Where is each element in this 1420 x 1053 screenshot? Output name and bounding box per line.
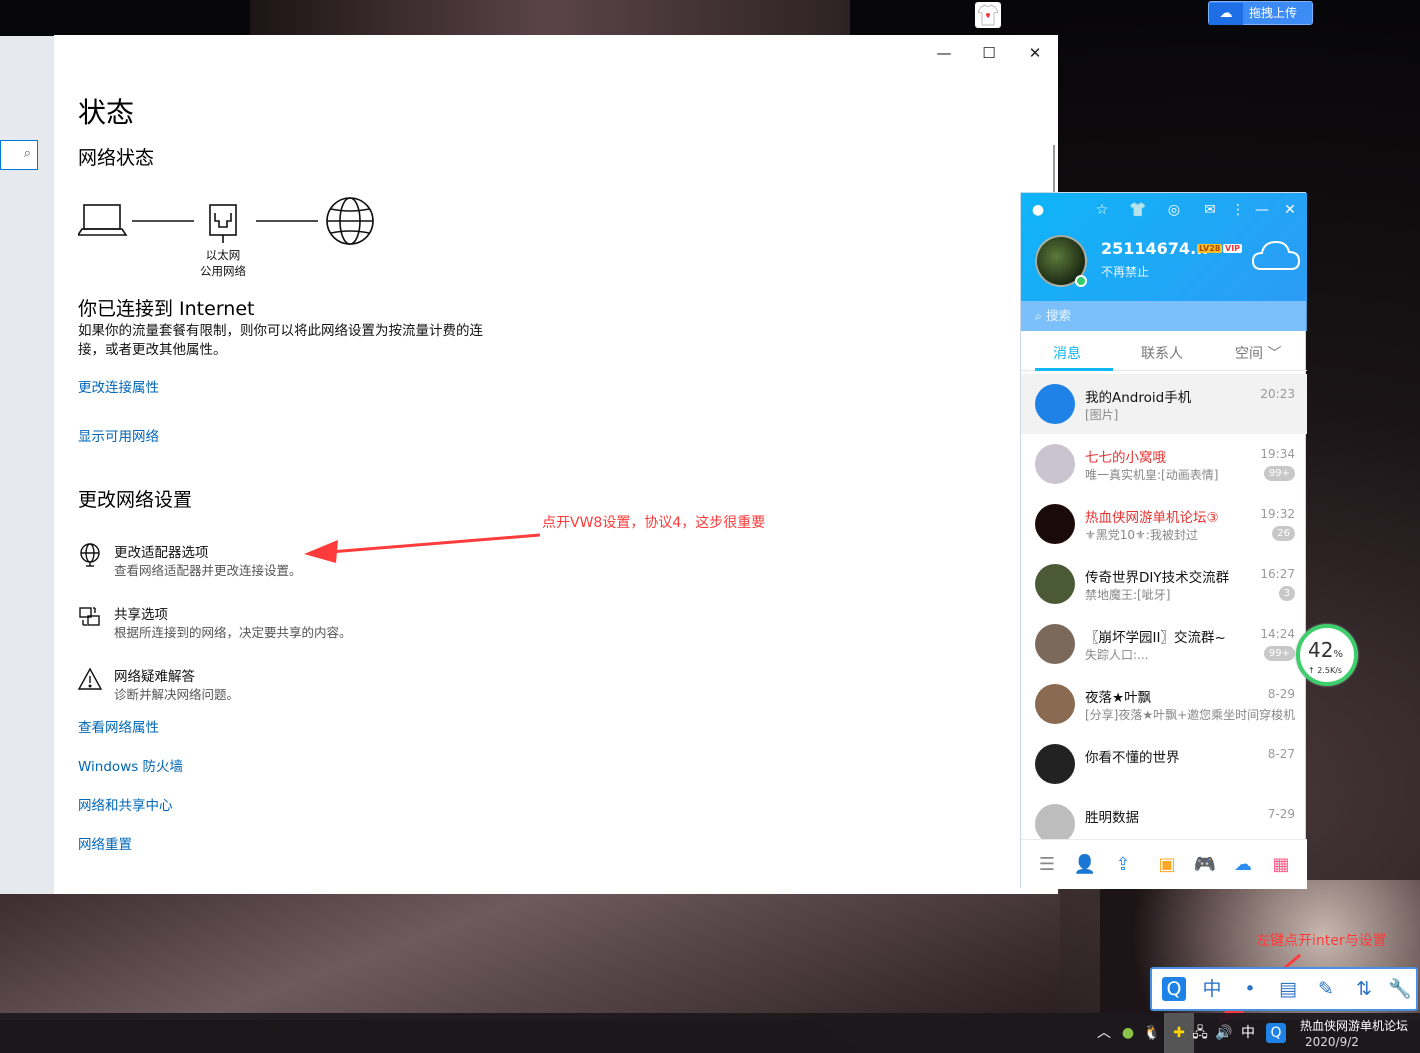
conversation-name: 胜明数据: [1085, 810, 1139, 826]
conversation-time: 20:23: [1260, 387, 1295, 401]
avatar: [1035, 624, 1075, 664]
list-item[interactable]: 〖崩坏学园II〗交流群~ 失踪人口:... 14:24 99+: [1021, 614, 1307, 674]
search-icon: ⌕: [1035, 308, 1046, 323]
signature[interactable]: 不再禁止: [1101, 263, 1149, 280]
list-item[interactable]: 我的Android手机 [图片] 20:23: [1021, 374, 1307, 434]
avatar: [1035, 684, 1075, 724]
conversation-time: 19:34: [1260, 447, 1295, 461]
tools-icon[interactable]: ⇅: [1352, 977, 1376, 1001]
qq-search-input[interactable]: ⌕ 搜索: [1021, 301, 1307, 331]
level-badge: LV28: [1197, 244, 1223, 253]
network-speed-widget[interactable]: 42% ↑ 2.5K/s: [1296, 624, 1358, 686]
avatar: [1035, 504, 1075, 544]
tray-app-icon[interactable]: ●: [1118, 1023, 1138, 1043]
ime-toolbar: Q 中 • ▤ ✎ ⇅ 🔧: [1150, 967, 1418, 1011]
qq-panel: ● ☆ 👕 ◎ ✉ ⋮ — ✕ 25114674... LV28 VIP 不再禁…: [1020, 192, 1307, 889]
add-friend-icon[interactable]: 👤: [1073, 853, 1097, 877]
qq-minimize-button[interactable]: —: [1253, 201, 1271, 219]
qq-close-button[interactable]: ✕: [1281, 201, 1299, 219]
conversation-time: 8-29: [1267, 687, 1295, 701]
notes-icon[interactable]: ▤: [1276, 977, 1300, 1001]
avatar: [1035, 744, 1075, 784]
qq-header: ● ☆ 👕 ◎ ✉ ⋮ — ✕ 25114674... LV28 VIP 不再禁…: [1021, 193, 1307, 301]
qq-logo-icon[interactable]: ●: [1029, 201, 1047, 219]
taskbar: ︿ ● 🐧 ✚ 🖧 🔊 中 Q 热血侠网游单机论坛 2020/9/2: [0, 1013, 1420, 1053]
gamepad-icon[interactable]: 🎮: [1193, 853, 1217, 877]
avatar: [1035, 444, 1075, 484]
avatar: [1035, 804, 1075, 839]
network-tray-icon[interactable]: 🖧: [1190, 1023, 1210, 1043]
conversation-time: 8-27: [1267, 747, 1295, 761]
avatar: [1035, 564, 1075, 604]
weiyun-icon[interactable]: ☁: [1231, 853, 1255, 877]
tab-messages[interactable]: 消息: [1053, 343, 1081, 363]
conversation-preview: [分享]夜落★叶飘+邀您乘坐时间穿梭机: [1085, 708, 1295, 722]
qq-pinyin-icon[interactable]: Q: [1162, 977, 1186, 1001]
star-icon[interactable]: ☆: [1093, 201, 1111, 219]
conversation-preview: ⚜黑党10⚜:我被封过: [1085, 528, 1198, 542]
edit-icon[interactable]: ✎: [1314, 977, 1338, 1001]
tab-contacts[interactable]: 联系人: [1141, 343, 1183, 363]
list-item[interactable]: 你看不懂的世界 8-27: [1021, 734, 1307, 794]
conversation-time: 7-29: [1267, 807, 1295, 821]
tray-watermark-text: 热血侠网游单机论坛: [1300, 1019, 1409, 1033]
tab-space[interactable]: 空间 ﹀: [1235, 343, 1281, 363]
app-manager-icon[interactable]: ▦: [1269, 853, 1293, 877]
file-transfer-icon[interactable]: ⇪: [1111, 853, 1135, 877]
conversation-time: 16:27: [1260, 567, 1295, 581]
conversation-name: 七七的小窝哦: [1085, 450, 1166, 466]
ime-language-toggle[interactable]: 中: [1200, 977, 1224, 1001]
conversation-time: 19:32: [1260, 507, 1295, 521]
main-menu-icon[interactable]: ☰: [1035, 853, 1059, 877]
punctuation-icon[interactable]: •: [1238, 977, 1262, 1001]
conversation-time: 14:24: [1260, 627, 1295, 641]
list-item[interactable]: 热血侠网游单机论坛③ ⚜黑党10⚜:我被封过 19:32 26: [1021, 494, 1307, 554]
wrench-icon[interactable]: 🔧: [1388, 977, 1412, 1001]
speed-percent: 42%: [1308, 638, 1343, 662]
qq-tray-icon[interactable]: 🐧: [1142, 1023, 1162, 1043]
annotation-tray: 左键点开inter与设置: [1256, 933, 1387, 949]
input-indicator[interactable]: 中: [1238, 1023, 1258, 1043]
skin-icon[interactable]: 👕: [1129, 201, 1147, 219]
unread-badge: 3: [1278, 586, 1295, 601]
conversation-preview: [图片]: [1085, 408, 1119, 422]
list-item[interactable]: 传奇世界DIY技术交流群 禁地魔王:[呲牙] 16:27 3: [1021, 554, 1307, 614]
online-status-icon[interactable]: [1075, 275, 1087, 287]
qq-pinyin-tray-icon[interactable]: Q: [1266, 1023, 1286, 1043]
list-item[interactable]: 胜明数据 7-29: [1021, 794, 1307, 839]
account-name[interactable]: 25114674...: [1101, 239, 1208, 258]
clock-date[interactable]: 2020/9/2: [1305, 1035, 1359, 1049]
game-center-icon[interactable]: ▣: [1155, 853, 1179, 877]
avatar: [1035, 384, 1075, 424]
active-tab-indicator: [1035, 368, 1113, 371]
conversation-preview: 禁地魔王:[呲牙]: [1085, 588, 1171, 602]
mail-icon[interactable]: ✉: [1201, 201, 1219, 219]
medal-icon[interactable]: ◎: [1165, 201, 1183, 219]
unread-badge: 99+: [1263, 466, 1295, 481]
conversation-name: 我的Android手机: [1085, 390, 1192, 406]
volume-icon[interactable]: 🔊: [1214, 1023, 1234, 1043]
unread-badge: 26: [1272, 526, 1295, 541]
show-hidden-icons-chevron-icon[interactable]: ︿: [1094, 1023, 1114, 1043]
conversation-list: 我的Android手机 [图片] 20:23 七七的小窝哦 唯一真实机皇:[动画表情] 1…: [1021, 374, 1307, 839]
qq-tabs: 消息 联系人 空间 ﹀: [1021, 331, 1307, 371]
conversation-name: 传奇世界DIY技术交流群: [1085, 570, 1230, 586]
more-icon[interactable]: ⋮: [1229, 201, 1247, 219]
annotation-adapter: 点开VW8设置，协议4，这步很重要: [542, 515, 766, 531]
list-item[interactable]: 夜落★叶飘 [分享]夜落★叶飘+邀您乘坐时间穿梭机 8-29: [1021, 674, 1307, 734]
conversation-name: 〖崩坏学园II〗交流群~: [1085, 630, 1226, 646]
qq-bottom-bar: ☰ 👤 ⇪ ▣ 🎮 ☁ ▦: [1021, 839, 1307, 889]
conversation-name: 你看不懂的世界: [1085, 750, 1180, 766]
speed-rate: ↑ 2.5K/s: [1308, 666, 1343, 675]
conversation-name: 夜落★叶飘: [1085, 690, 1152, 706]
weather-cloud-icon[interactable]: [1251, 237, 1301, 273]
conversation-name: 热血侠网游单机论坛③: [1085, 510, 1219, 526]
list-item[interactable]: 七七的小窝哦 唯一真实机皇:[动画表情] 19:34 99+: [1021, 434, 1307, 494]
unread-badge: 99+: [1263, 646, 1295, 661]
vip-badge: VIP: [1223, 244, 1243, 253]
